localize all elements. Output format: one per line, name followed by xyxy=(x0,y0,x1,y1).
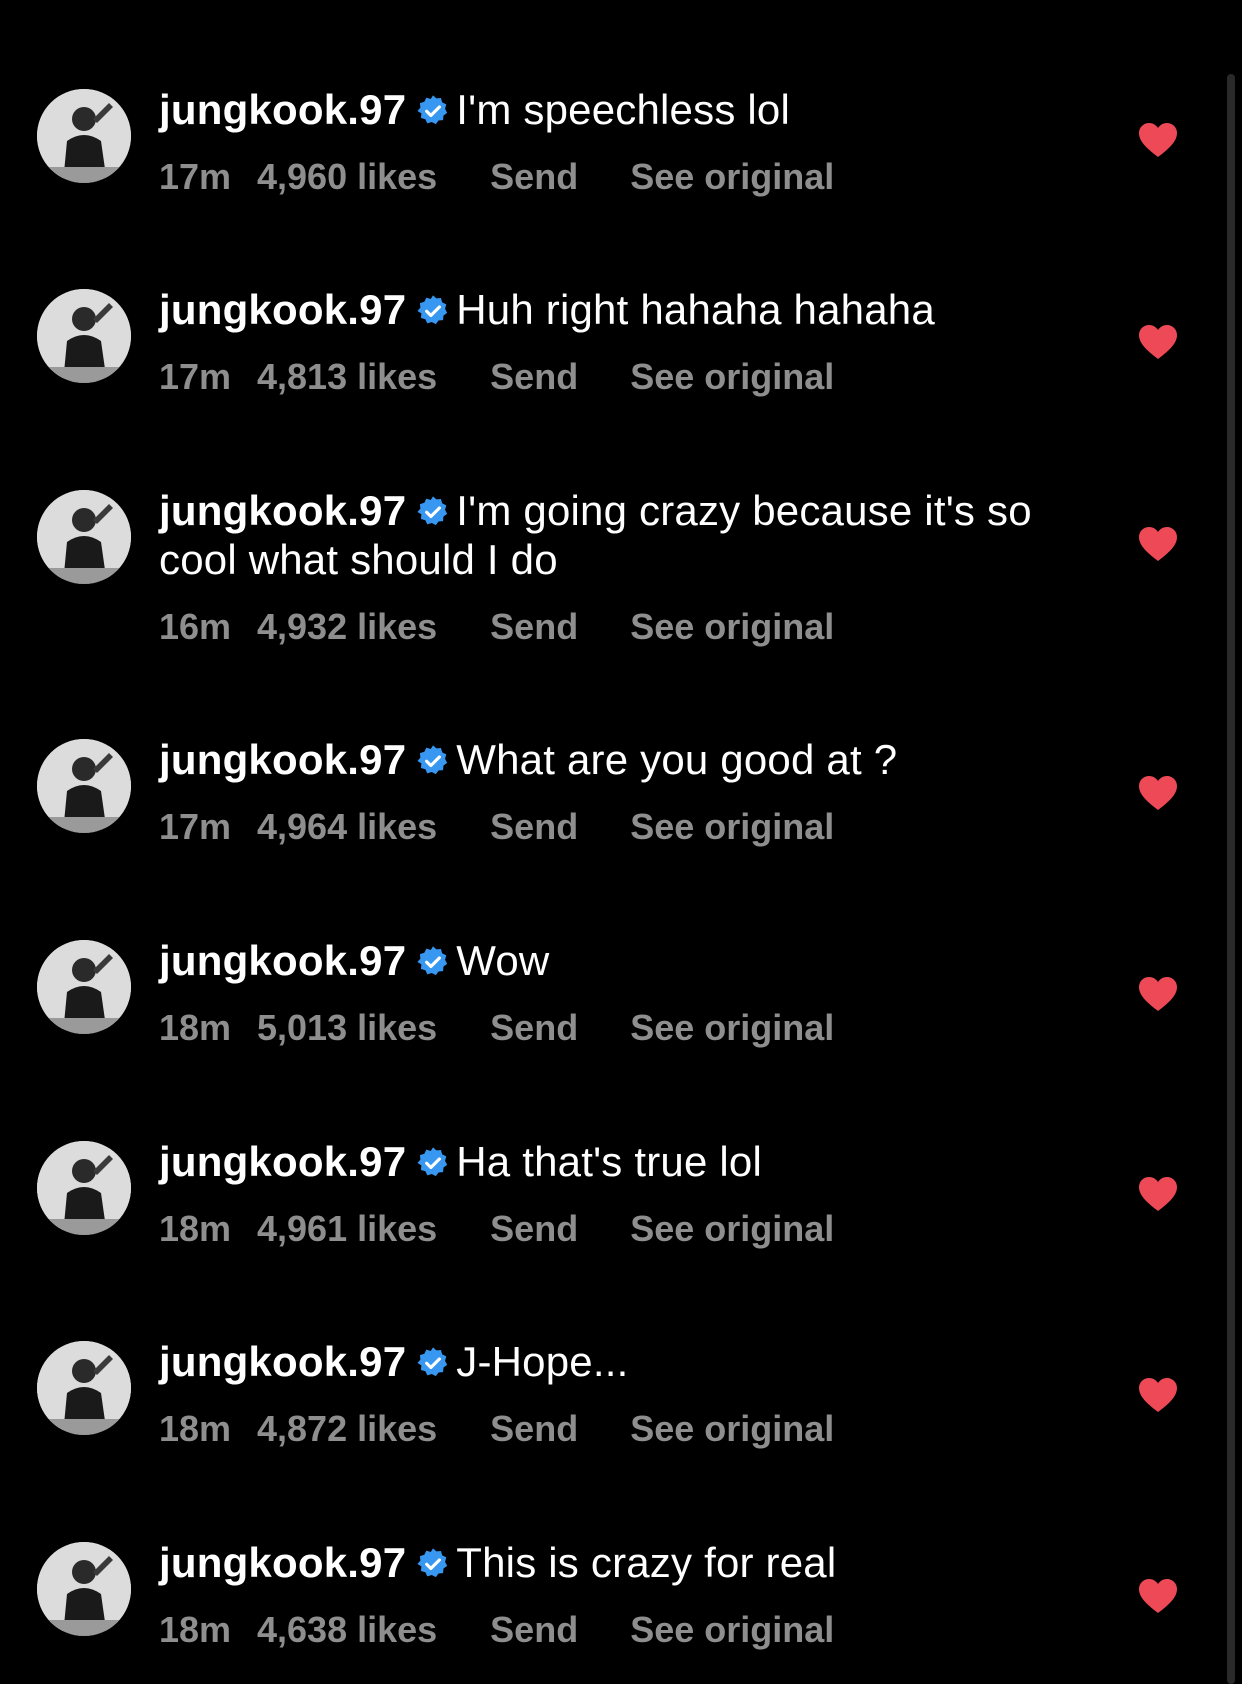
avatar[interactable] xyxy=(37,1341,131,1435)
see-original-button[interactable]: See original xyxy=(630,605,834,649)
comment-text-line: jungkook.97 J-Hope... xyxy=(159,1337,1059,1386)
heart-filled-icon[interactable] xyxy=(1138,1578,1178,1614)
comment-meta: 17m 4,960 likes Send See original xyxy=(159,155,1059,199)
comment-text-line: jungkook.97 This is crazy for real xyxy=(159,1538,1059,1587)
username[interactable]: jungkook.97 xyxy=(159,286,406,333)
verified-badge-icon xyxy=(417,95,448,125)
comment-text-line: jungkook.97 Huh right hahaha hahaha xyxy=(159,285,1059,334)
comment-meta: 18m 4,961 likes Send See original xyxy=(159,1207,1059,1251)
comment-content: jungkook.97 Huh right hahaha hahaha 17m 4,… xyxy=(159,285,1059,399)
comment-body: I'm speechless lol xyxy=(456,86,791,133)
likes-count[interactable]: 4,960 likes xyxy=(257,155,437,199)
likes-count[interactable]: 4,813 likes xyxy=(257,355,437,399)
see-original-button[interactable]: See original xyxy=(630,805,834,849)
send-button[interactable]: Send xyxy=(490,805,578,849)
send-button[interactable]: Send xyxy=(490,1006,578,1050)
comment-body: Wow xyxy=(456,937,550,984)
heart-filled-icon[interactable] xyxy=(1138,526,1178,562)
comment-text-line: jungkook.97 I'm speechless lol xyxy=(159,85,1059,134)
username[interactable]: jungkook.97 xyxy=(159,1338,406,1385)
timestamp: 18m xyxy=(159,1208,232,1249)
verified-badge-icon xyxy=(417,1548,448,1578)
avatar[interactable] xyxy=(37,1141,131,1235)
scrollbar[interactable] xyxy=(1227,74,1235,1684)
likes-count[interactable]: 4,638 likes xyxy=(257,1608,437,1652)
comment-content: jungkook.97 Ha that's true lol 18m 4,961 l… xyxy=(159,1137,1059,1251)
likes-count[interactable]: 4,932 likes xyxy=(257,605,437,649)
send-button[interactable]: Send xyxy=(490,605,578,649)
comment-meta: 18m 5,013 likes Send See original xyxy=(159,1006,1059,1050)
username[interactable]: jungkook.97 xyxy=(159,86,406,133)
avatar[interactable] xyxy=(37,739,131,833)
see-original-button[interactable]: See original xyxy=(630,355,834,399)
comment-content: jungkook.97 I'm going crazy because it's … xyxy=(159,486,1059,649)
username[interactable]: jungkook.97 xyxy=(159,736,406,783)
comment-text-line: jungkook.97 Wow xyxy=(159,936,1059,985)
comment-body: J-Hope... xyxy=(456,1338,629,1385)
verified-badge-icon xyxy=(417,295,448,325)
see-original-button[interactable]: See original xyxy=(630,1608,834,1652)
comment-body: Ha that's true lol xyxy=(456,1138,763,1185)
see-original-button[interactable]: See original xyxy=(630,1407,834,1451)
likes-count[interactable]: 4,961 likes xyxy=(257,1207,437,1251)
timestamp: 18m xyxy=(159,1007,232,1048)
comment-meta: 16m 4,932 likes Send See original xyxy=(159,605,1059,649)
heart-filled-icon[interactable] xyxy=(1138,1176,1178,1212)
likes-count[interactable]: 4,872 likes xyxy=(257,1407,437,1451)
comment-meta: 18m 4,872 likes Send See original xyxy=(159,1407,1059,1451)
see-original-button[interactable]: See original xyxy=(630,1207,834,1251)
timestamp: 18m xyxy=(159,1609,232,1650)
avatar[interactable] xyxy=(37,289,131,383)
comment-text-line: jungkook.97 What are you good at ? xyxy=(159,735,1059,784)
heart-filled-icon[interactable] xyxy=(1138,122,1178,158)
comment-content: jungkook.97 I'm speechless lol 17m 4,960 l… xyxy=(159,85,1059,199)
avatar[interactable] xyxy=(37,490,131,584)
comment-body: What are you good at ? xyxy=(456,736,898,783)
timestamp: 16m xyxy=(159,606,232,647)
verified-badge-icon xyxy=(417,1347,448,1377)
heart-filled-icon[interactable] xyxy=(1138,1377,1178,1413)
username[interactable]: jungkook.97 xyxy=(159,1539,406,1586)
comment-body: Huh right hahaha hahaha xyxy=(456,286,935,333)
timestamp: 17m xyxy=(159,156,232,197)
avatar[interactable] xyxy=(37,1542,131,1636)
send-button[interactable]: Send xyxy=(490,355,578,399)
comment-list: jungkook.97 I'm speechless lol 17m 4,960 l… xyxy=(0,0,1242,1684)
comment-content: jungkook.97 J-Hope... 18m 4,872 likes Send S… xyxy=(159,1337,1059,1451)
comment-meta: 17m 4,964 likes Send See original xyxy=(159,805,1059,849)
comment-body: This is crazy for real xyxy=(456,1539,837,1586)
send-button[interactable]: Send xyxy=(490,1608,578,1652)
username[interactable]: jungkook.97 xyxy=(159,937,406,984)
send-button[interactable]: Send xyxy=(490,1407,578,1451)
heart-filled-icon[interactable] xyxy=(1138,775,1178,811)
username[interactable]: jungkook.97 xyxy=(159,1138,406,1185)
timestamp: 18m xyxy=(159,1408,232,1449)
comment-text-line: jungkook.97 I'm going crazy because it's … xyxy=(159,486,1059,584)
comment-meta: 17m 4,813 likes Send See original xyxy=(159,355,1059,399)
avatar[interactable] xyxy=(37,940,131,1034)
see-original-button[interactable]: See original xyxy=(630,1006,834,1050)
username[interactable]: jungkook.97 xyxy=(159,487,406,534)
avatar[interactable] xyxy=(37,89,131,183)
timestamp: 17m xyxy=(159,356,232,397)
comment-content: jungkook.97 What are you good at ? 17m 4,9… xyxy=(159,735,1059,849)
likes-count[interactable]: 5,013 likes xyxy=(257,1006,437,1050)
verified-badge-icon xyxy=(417,496,448,526)
verified-badge-icon xyxy=(417,745,448,775)
timestamp: 17m xyxy=(159,806,232,847)
likes-count[interactable]: 4,964 likes xyxy=(257,805,437,849)
comment-meta: 18m 4,638 likes Send See original xyxy=(159,1608,1059,1652)
heart-filled-icon[interactable] xyxy=(1138,324,1178,360)
send-button[interactable]: Send xyxy=(490,1207,578,1251)
comment-content: jungkook.97 This is crazy for real 18m 4,6… xyxy=(159,1538,1059,1652)
send-button[interactable]: Send xyxy=(490,155,578,199)
comment-text-line: jungkook.97 Ha that's true lol xyxy=(159,1137,1059,1186)
see-original-button[interactable]: See original xyxy=(630,155,834,199)
verified-badge-icon xyxy=(417,946,448,976)
verified-badge-icon xyxy=(417,1147,448,1177)
comment-content: jungkook.97 Wow 18m 5,013 likes Send See ori… xyxy=(159,936,1059,1050)
heart-filled-icon[interactable] xyxy=(1138,976,1178,1012)
